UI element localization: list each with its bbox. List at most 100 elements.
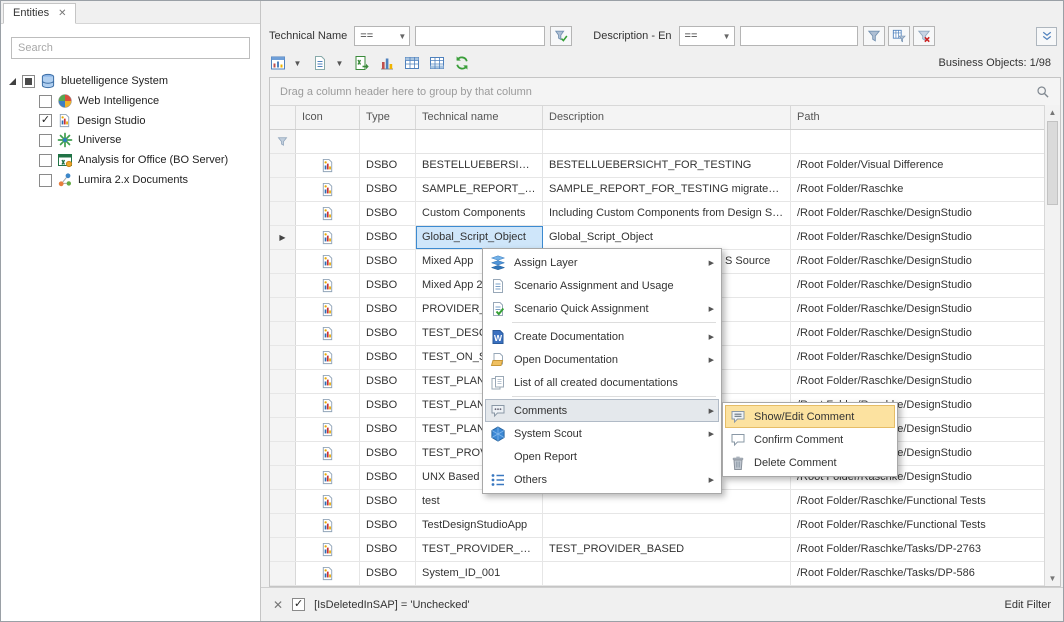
table-row[interactable]: ▶DSBOGlobal_Script_ObjectGlobal_Script_O… bbox=[270, 226, 1044, 250]
cell-type[interactable]: DSBO bbox=[360, 514, 416, 537]
checkbox[interactable]: ✓ bbox=[39, 114, 52, 127]
menu-item-assign-layer[interactable]: Assign Layer▶ bbox=[485, 251, 719, 274]
cell-type[interactable]: DSBO bbox=[360, 346, 416, 369]
cell-type[interactable]: DSBO bbox=[360, 274, 416, 297]
cell-type[interactable]: DSBO bbox=[360, 370, 416, 393]
column-header-technical-name[interactable]: Technical name bbox=[416, 106, 543, 129]
cell-type[interactable]: DSBO bbox=[360, 322, 416, 345]
cell-technical-name[interactable]: Custom Components bbox=[416, 202, 543, 225]
checkbox[interactable] bbox=[39, 95, 52, 108]
menu-item-delete-comment[interactable]: Delete Comment bbox=[725, 451, 895, 474]
tree-item-analysis-for-office-bo-server[interactable]: Analysis for Office (BO Server) bbox=[5, 150, 256, 170]
cell-path[interactable]: /Root Folder/Raschke/DesignStudio bbox=[791, 274, 1044, 297]
description-filter-input[interactable] bbox=[740, 26, 858, 46]
menu-item-system-scout[interactable]: System Scout▶ bbox=[485, 422, 719, 445]
cell-description[interactable]: TEST_PROVIDER_BASED bbox=[543, 538, 791, 561]
filter-cell[interactable] bbox=[416, 130, 543, 153]
cell-type[interactable]: DSBO bbox=[360, 226, 416, 249]
checkbox[interactable] bbox=[39, 154, 52, 167]
checkbox[interactable] bbox=[39, 134, 52, 147]
table-row[interactable]: DSBOBESTELLUEBERSICHT...BESTELLUEBERSICH… bbox=[270, 154, 1044, 178]
cell-type[interactable]: DSBO bbox=[360, 394, 416, 417]
cell-type[interactable]: DSBO bbox=[360, 490, 416, 513]
search-icon[interactable] bbox=[1036, 85, 1050, 99]
refresh-button[interactable] bbox=[451, 52, 473, 74]
cell-path[interactable]: /Root Folder/Raschke/DesignStudio bbox=[791, 226, 1044, 249]
funnel-grid-button[interactable] bbox=[888, 26, 910, 46]
menu-item-show-edit-comment[interactable]: Show/Edit Comment bbox=[725, 405, 895, 428]
cell-type[interactable]: DSBO bbox=[360, 538, 416, 561]
menu-item-create-documentation[interactable]: WCreate Documentation▶ bbox=[485, 325, 719, 348]
tree-expander-icon[interactable] bbox=[7, 76, 17, 86]
table-row[interactable]: DSBOTEST_PROVIDER_BA...TEST_PROVIDER_BAS… bbox=[270, 538, 1044, 562]
technical-name-filter-input[interactable] bbox=[415, 26, 545, 46]
cell-type[interactable]: DSBO bbox=[360, 466, 416, 489]
edit-filter-button[interactable]: Edit Filter bbox=[1005, 599, 1051, 611]
cell-path[interactable]: /Root Folder/Raschke/DesignStudio bbox=[791, 370, 1044, 393]
vertical-scrollbar[interactable]: ▲ ▼ bbox=[1044, 105, 1060, 586]
menu-item-scenario-quick-assignment[interactable]: Scenario Quick Assignment▶ bbox=[485, 297, 719, 320]
table-footer-button[interactable] bbox=[426, 52, 448, 74]
tab-entities[interactable]: Entities ✕ bbox=[3, 3, 76, 24]
menu-item-open-report[interactable]: Open Report bbox=[485, 445, 719, 468]
tree-item-universe[interactable]: Universe bbox=[5, 130, 256, 150]
cell-type[interactable]: DSBO bbox=[360, 202, 416, 225]
table-row[interactable]: DSBOSystem_ID_001/Root Folder/Raschke/Ta… bbox=[270, 562, 1044, 586]
filter-cell[interactable] bbox=[296, 130, 360, 153]
remove-filter-icon[interactable]: ✕ bbox=[273, 598, 283, 612]
column-header-type[interactable]: Type bbox=[360, 106, 416, 129]
cell-description[interactable]: Global_Script_Object bbox=[543, 226, 791, 249]
cell-description[interactable] bbox=[543, 514, 791, 537]
cell-path[interactable]: /Root Folder/Raschke/DesignStudio bbox=[791, 298, 1044, 321]
tab-close-icon[interactable]: ✕ bbox=[58, 8, 66, 19]
cell-path[interactable]: /Root Folder/Raschke bbox=[791, 178, 1044, 201]
auto-filter-row[interactable] bbox=[270, 130, 1044, 154]
bar-chart-button[interactable] bbox=[376, 52, 398, 74]
tree-root-bluetelligence-system[interactable]: bluetelligence System bbox=[5, 71, 256, 91]
cell-type[interactable]: DSBO bbox=[360, 298, 416, 321]
filter-cell[interactable] bbox=[543, 130, 791, 153]
scroll-down-icon[interactable]: ▼ bbox=[1045, 571, 1060, 586]
cell-path[interactable]: /Root Folder/Raschke/Functional Tests bbox=[791, 514, 1044, 537]
description-operator-select[interactable]: ==▼ bbox=[679, 26, 735, 46]
cell-technical-name[interactable]: SAMPLE_REPORT_FO... bbox=[416, 178, 543, 201]
checkbox[interactable] bbox=[39, 174, 52, 187]
menu-item-open-documentation[interactable]: Open Documentation▶ bbox=[485, 348, 719, 371]
window-chart-dropdown-icon[interactable]: ▼ bbox=[292, 59, 303, 68]
search-input[interactable] bbox=[12, 42, 249, 54]
filter-expander-button[interactable] bbox=[1036, 27, 1057, 46]
cell-description[interactable] bbox=[543, 562, 791, 585]
cell-technical-name[interactable]: TestDesignStudioApp bbox=[416, 514, 543, 537]
column-header-path[interactable]: Path bbox=[791, 106, 1044, 129]
table-row[interactable]: DSBOCustom ComponentsIncluding Custom Co… bbox=[270, 202, 1044, 226]
cell-type[interactable]: DSBO bbox=[360, 562, 416, 585]
filter-enabled-checkbox[interactable]: ✓ bbox=[292, 598, 305, 611]
cell-path[interactable]: /Root Folder/Raschke/DesignStudio bbox=[791, 202, 1044, 225]
cell-technical-name[interactable]: TEST_PROVIDER_BA... bbox=[416, 538, 543, 561]
document-dropdown-icon[interactable]: ▼ bbox=[334, 59, 345, 68]
excel-export-button[interactable] bbox=[351, 52, 373, 74]
tree-item-web-intelligence[interactable]: Web Intelligence bbox=[5, 91, 256, 111]
column-header-description[interactable]: Description bbox=[543, 106, 791, 129]
window-chart-button[interactable] bbox=[267, 52, 289, 74]
funnel-red-button[interactable] bbox=[913, 26, 935, 46]
document-button[interactable] bbox=[309, 52, 331, 74]
funnel-check-button[interactable] bbox=[550, 26, 572, 46]
cell-type[interactable]: DSBO bbox=[360, 442, 416, 465]
cell-technical-name[interactable]: System_ID_001 bbox=[416, 562, 543, 585]
cell-description[interactable]: BESTELLUEBERSICHT_FOR_TESTING bbox=[543, 154, 791, 177]
cell-path[interactable]: /Root Folder/Raschke/Tasks/DP-586 bbox=[791, 562, 1044, 585]
filter-cell[interactable] bbox=[360, 130, 416, 153]
funnel-button[interactable] bbox=[863, 26, 885, 46]
menu-item-comments[interactable]: Comments▶ bbox=[485, 399, 719, 422]
cell-path[interactable]: /Root Folder/Raschke/DesignStudio bbox=[791, 346, 1044, 369]
root-checkbox[interactable] bbox=[22, 75, 35, 88]
cell-type[interactable]: DSBO bbox=[360, 250, 416, 273]
cell-technical-name[interactable]: Global_Script_Object bbox=[416, 226, 543, 249]
cell-technical-name[interactable]: BESTELLUEBERSICHT... bbox=[416, 154, 543, 177]
scrollbar-thumb[interactable] bbox=[1047, 121, 1058, 205]
cell-description[interactable]: Including Custom Components from Design … bbox=[543, 202, 791, 225]
cell-path[interactable]: /Root Folder/Raschke/DesignStudio bbox=[791, 250, 1044, 273]
cell-type[interactable]: DSBO bbox=[360, 154, 416, 177]
cell-description[interactable]: SAMPLE_REPORT_FOR_TESTING migrated to sa… bbox=[543, 178, 791, 201]
